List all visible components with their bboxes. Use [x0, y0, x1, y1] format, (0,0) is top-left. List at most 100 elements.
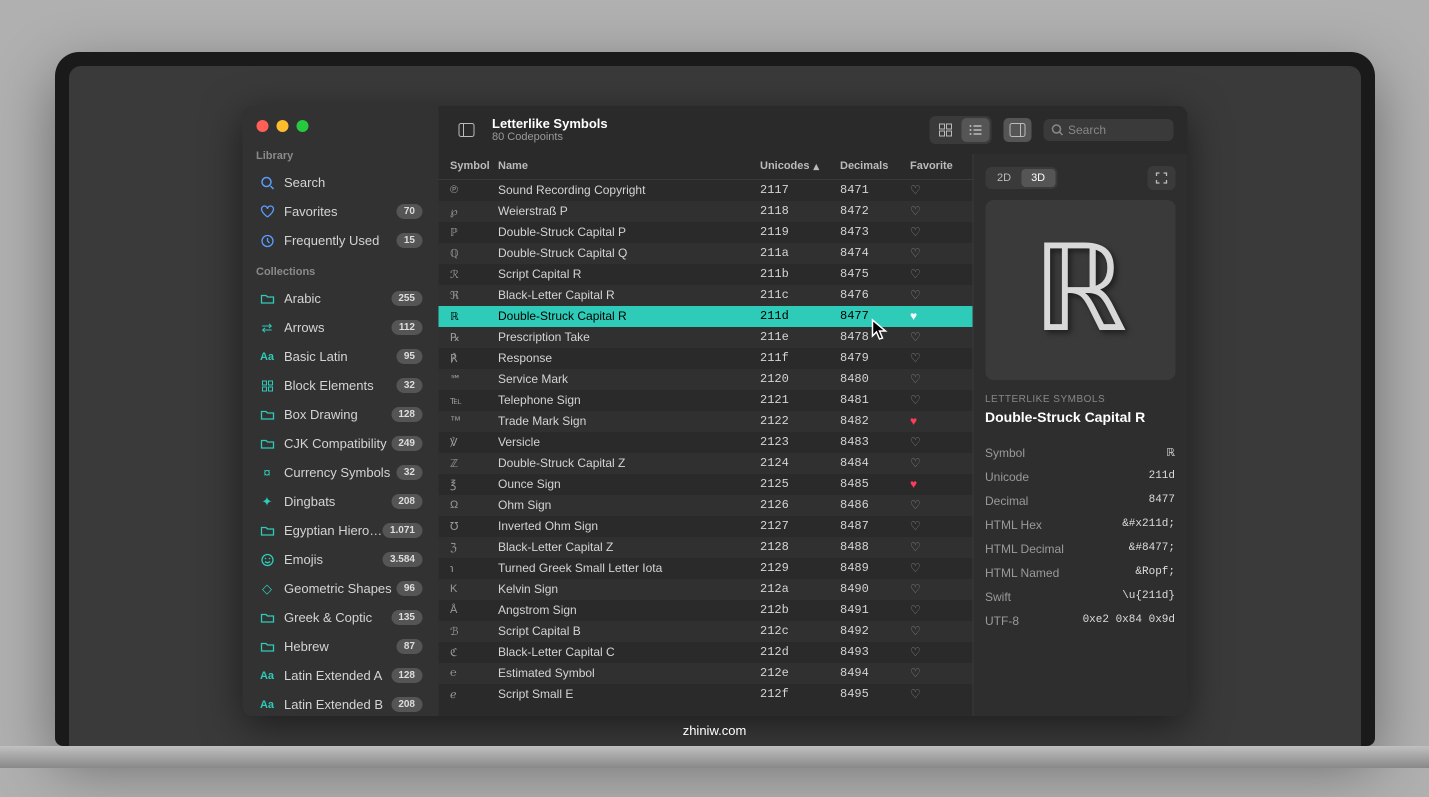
collection-item-dingbats[interactable]: ✦Dingbats208	[248, 488, 432, 516]
favorite-toggle[interactable]: ♡	[910, 687, 921, 701]
table-row[interactable]: ΩOhm Sign21268486♡	[438, 495, 972, 516]
search-input[interactable]: Search	[1043, 119, 1173, 141]
favorite-toggle[interactable]: ♡	[910, 603, 921, 617]
property-value[interactable]: ℝ	[1166, 446, 1175, 460]
favorite-toggle[interactable]: ♡	[910, 456, 921, 470]
collection-item-greek-coptic[interactable]: Greek & Coptic135	[248, 604, 432, 632]
table-row[interactable]: ℬScript Capital B212c8492♡	[438, 621, 972, 642]
favorite-toggle[interactable]: ♥	[910, 309, 917, 323]
favorite-toggle[interactable]: ♡	[910, 267, 921, 281]
favorite-toggle[interactable]: ♡	[910, 351, 921, 365]
table-row[interactable]: KKelvin Sign212a8490♡	[438, 579, 972, 600]
favorite-toggle[interactable]: ♡	[910, 519, 921, 533]
collection-item-latin-extended-a[interactable]: AaLatin Extended A128	[248, 662, 432, 690]
col-symbol[interactable]: Symbol	[450, 160, 498, 173]
cell-symbol: ℥	[450, 478, 498, 491]
property-value[interactable]: 0xe2 0x84 0x9d	[1083, 614, 1175, 628]
favorite-toggle[interactable]: ♡	[910, 183, 921, 197]
cell-decimal: 8479	[840, 351, 910, 365]
table-row[interactable]: ℜBlack-Letter Capital R211c8476♡	[438, 285, 972, 306]
table-row[interactable]: ℛScript Capital R211b8475♡	[438, 264, 972, 285]
favorite-toggle[interactable]: ♡	[910, 246, 921, 260]
maximize-window-button[interactable]	[296, 120, 308, 132]
cell-unicode: 2120	[760, 372, 840, 386]
table-row[interactable]: ℧Inverted Ohm Sign21278487♡	[438, 516, 972, 537]
library-item-search[interactable]: Search	[248, 169, 432, 197]
table-row[interactable]: ℠Service Mark21208480♡	[438, 369, 972, 390]
property-value[interactable]: 8477	[1149, 494, 1175, 508]
table-row[interactable]: ℨBlack-Letter Capital Z21288488♡	[438, 537, 972, 558]
collection-item-emojis[interactable]: Emojis3.584	[248, 546, 432, 574]
table-row[interactable]: ℮Estimated Symbol212e8494♡	[438, 663, 972, 684]
cell-name: Angstrom Sign	[498, 603, 760, 617]
library-item-frequently-used[interactable]: Frequently Used15	[248, 227, 432, 255]
table-row[interactable]: ℯScript Small E212f8495♡	[438, 684, 972, 705]
favorite-toggle[interactable]: ♡	[910, 498, 921, 512]
favorite-toggle[interactable]: ♡	[910, 204, 921, 218]
favorite-toggle[interactable]: ♡	[910, 288, 921, 302]
table-row[interactable]: ℥Ounce Sign21258485♥	[438, 474, 972, 495]
table-row[interactable]: ℚDouble-Struck Capital Q211a8474♡	[438, 243, 972, 264]
property-value[interactable]: &#8477;	[1129, 542, 1175, 556]
view-3d-button[interactable]: 3D	[1021, 169, 1055, 187]
favorite-toggle[interactable]: ♡	[910, 372, 921, 386]
favorite-toggle[interactable]: ♡	[910, 582, 921, 596]
property-value[interactable]: 211d	[1149, 470, 1175, 484]
favorite-toggle[interactable]: ♡	[910, 330, 921, 344]
view-2d-button[interactable]: 2D	[987, 169, 1021, 187]
favorite-toggle[interactable]: ♡	[910, 624, 921, 638]
collection-item-currency-symbols[interactable]: ¤Currency Symbols32	[248, 459, 432, 487]
collection-item-arabic[interactable]: Arabic255	[248, 285, 432, 313]
favorite-toggle[interactable]: ♡	[910, 225, 921, 239]
collection-item-basic-latin[interactable]: AaBasic Latin95	[248, 343, 432, 371]
table-row[interactable]: ℡Telephone Sign21218481♡	[438, 390, 972, 411]
table-row[interactable]: ℞Prescription Take211e8478♡	[438, 327, 972, 348]
cell-symbol: ℮	[450, 667, 498, 679]
table-row[interactable]: ℭBlack-Letter Capital C212d8493♡	[438, 642, 972, 663]
expand-preview-button[interactable]	[1147, 166, 1175, 190]
collection-item-block-elements[interactable]: Block Elements32	[248, 372, 432, 400]
table-row[interactable]: ℝDouble-Struck Capital R211d8477♥	[438, 306, 972, 327]
table-row[interactable]: ℩Turned Greek Small Letter Iota21298489♡	[438, 558, 972, 579]
col-name[interactable]: Name	[498, 160, 760, 173]
favorite-toggle[interactable]: ♡	[910, 645, 921, 659]
col-unicodes[interactable]: Unicodes▴	[760, 160, 840, 173]
table-row[interactable]: ℗Sound Recording Copyright21178471♡	[438, 180, 972, 201]
collection-item-egyptian-hieroglyphs[interactable]: Egyptian Hieroglyphs1.071	[248, 517, 432, 545]
favorite-toggle[interactable]: ♡	[910, 540, 921, 554]
property-value[interactable]: \u{211d}	[1122, 590, 1175, 604]
toggle-sidebar-button[interactable]	[452, 118, 480, 142]
table-row[interactable]: ÅAngstrom Sign212b8491♡	[438, 600, 972, 621]
collection-item-arrows[interactable]: ⇄Arrows112	[248, 314, 432, 342]
close-window-button[interactable]	[256, 120, 268, 132]
favorite-toggle[interactable]: ♥	[910, 477, 917, 491]
toggle-detail-button[interactable]	[1003, 118, 1031, 142]
property-value[interactable]: &Ropf;	[1135, 566, 1175, 580]
collection-item-geometric-shapes[interactable]: ◇Geometric Shapes96	[248, 575, 432, 603]
table-row[interactable]: ™Trade Mark Sign21228482♥	[438, 411, 972, 432]
library-item-favorites[interactable]: Favorites70	[248, 198, 432, 226]
table-row[interactable]: ℤDouble-Struck Capital Z21248484♡	[438, 453, 972, 474]
table-row[interactable]: ℘Weierstraß P21188472♡	[438, 201, 972, 222]
col-favorite[interactable]: Favorite	[910, 160, 960, 173]
list-view-button[interactable]	[961, 118, 989, 142]
favorite-toggle[interactable]: ♥	[910, 414, 917, 428]
property-value[interactable]: &#x211d;	[1122, 518, 1175, 532]
favorite-toggle[interactable]: ♡	[910, 666, 921, 680]
favorite-toggle[interactable]: ♡	[910, 435, 921, 449]
favorite-toggle[interactable]: ♡	[910, 393, 921, 407]
property-row: HTML Hex&#x211d;	[985, 513, 1175, 537]
table-row[interactable]: ℙDouble-Struck Capital P21198473♡	[438, 222, 972, 243]
cell-symbol: ℡	[450, 394, 498, 407]
collection-item-cjk-compatibility[interactable]: CJK Compatibility249	[248, 430, 432, 458]
col-decimals[interactable]: Decimals	[840, 160, 910, 173]
minimize-window-button[interactable]	[276, 120, 288, 132]
collection-item-box-drawing[interactable]: Box Drawing128	[248, 401, 432, 429]
table-row[interactable]: ℟Response211f8479♡	[438, 348, 972, 369]
collection-item-hebrew[interactable]: Hebrew87	[248, 633, 432, 661]
table-body[interactable]: ℗Sound Recording Copyright21178471♡℘Weie…	[438, 180, 972, 716]
collection-item-latin-extended-b[interactable]: AaLatin Extended B208	[248, 691, 432, 716]
table-row[interactable]: ℣Versicle21238483♡	[438, 432, 972, 453]
grid-view-button[interactable]	[931, 118, 959, 142]
favorite-toggle[interactable]: ♡	[910, 561, 921, 575]
